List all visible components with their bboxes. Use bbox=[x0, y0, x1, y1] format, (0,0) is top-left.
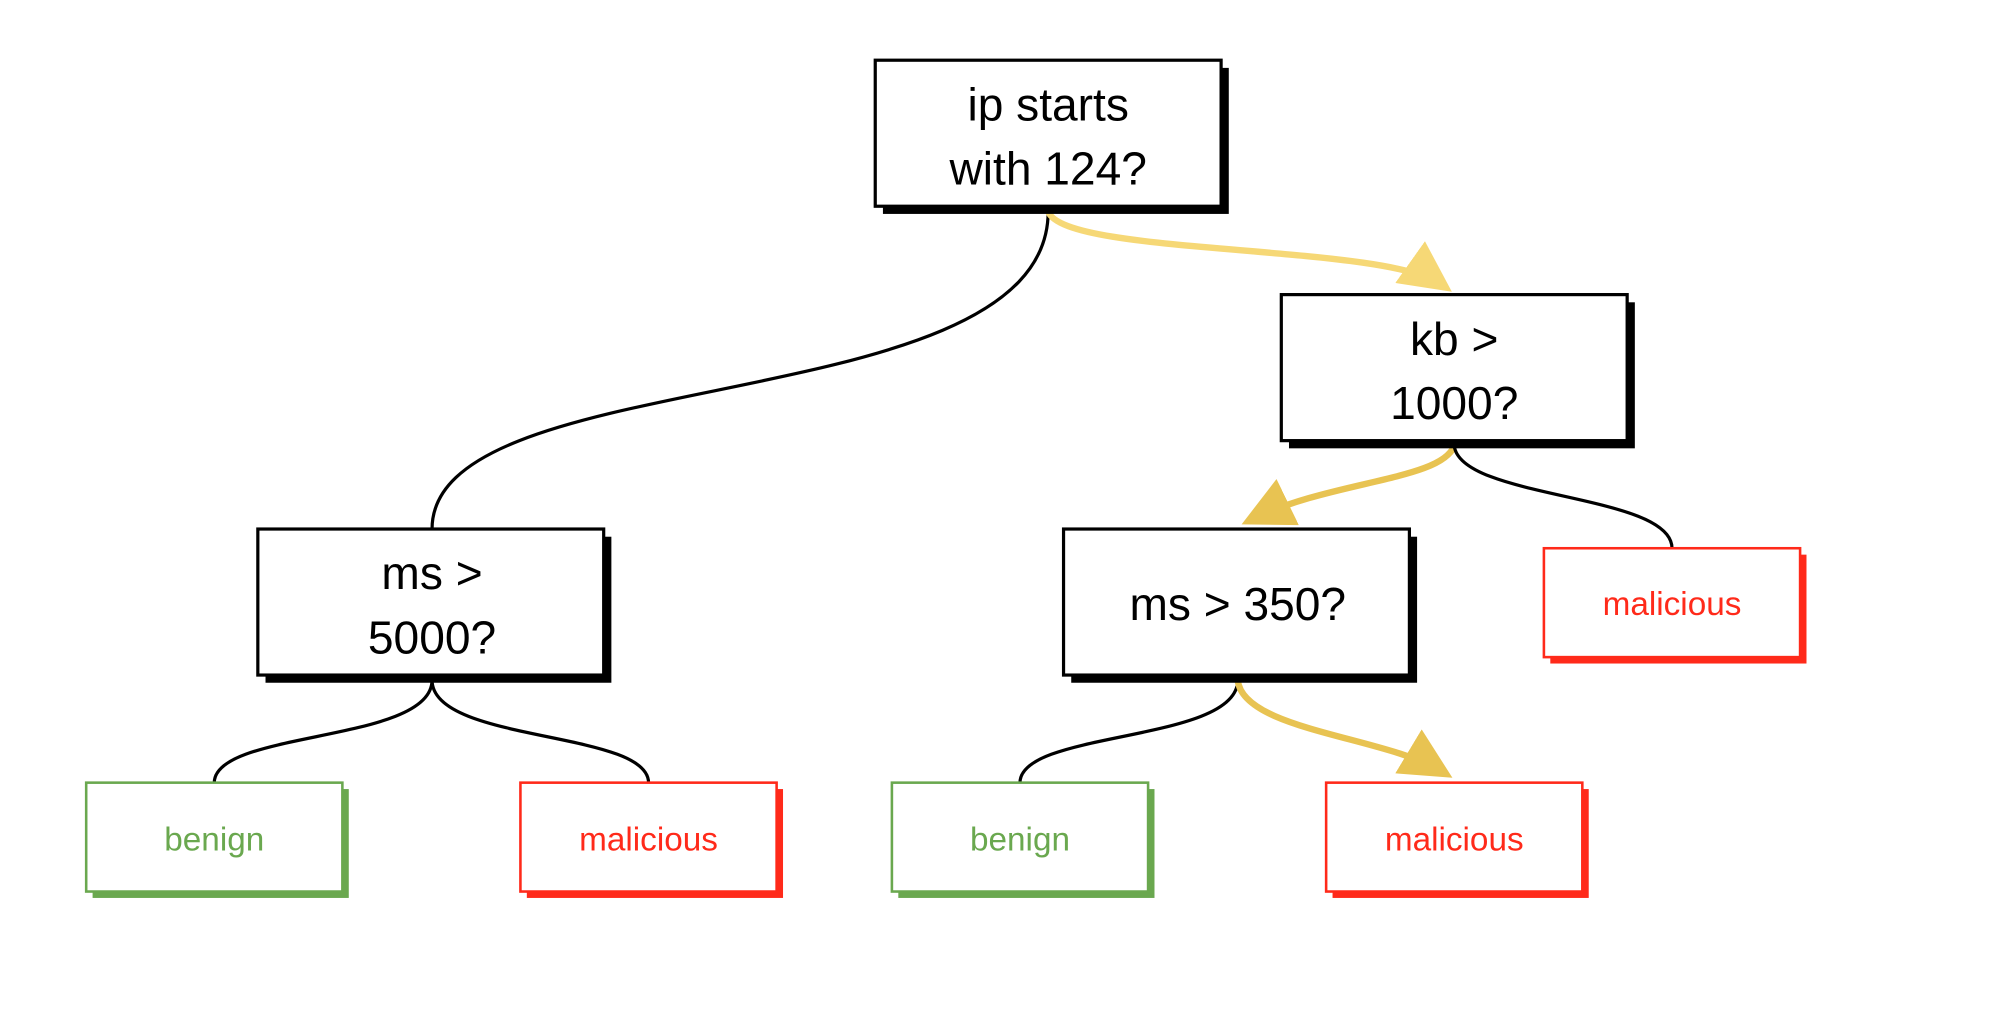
leaf-ms350-benign: benign bbox=[890, 781, 1155, 898]
node-kb-line2: 1000? bbox=[1390, 377, 1518, 429]
edge-root-to-ms5000 bbox=[430, 211, 1050, 530]
edge-ms350-to-benign bbox=[1018, 680, 1240, 783]
leaf-label: malicious bbox=[1603, 586, 1742, 623]
node-root-line2: with 124? bbox=[948, 142, 1146, 194]
node-ms5000: ms > 5000? bbox=[256, 527, 612, 683]
leaf-ms5000-malicious: malicious bbox=[519, 781, 784, 898]
edge-root-to-kb-highlighted bbox=[1045, 209, 1452, 292]
edge-ms5000-to-malicious bbox=[430, 680, 651, 783]
leaf-ms350-malicious: malicious bbox=[1324, 781, 1589, 898]
edge-kb-to-ms350-highlighted bbox=[1241, 444, 1458, 526]
edge-ms350-to-malicious-highlighted bbox=[1234, 679, 1453, 778]
leaf-label: malicious bbox=[1385, 822, 1524, 859]
node-kb-line1: kb > bbox=[1410, 313, 1498, 365]
node-ms350: ms > 350? bbox=[1061, 527, 1418, 683]
edge-ms5000-to-benign bbox=[212, 680, 434, 783]
edge-kb-to-malicious bbox=[1452, 445, 1674, 549]
leaf-ms5000-benign: benign bbox=[84, 781, 349, 898]
leaf-label: benign bbox=[970, 822, 1070, 859]
node-ms5000-line1: ms > bbox=[381, 547, 482, 599]
leaf-kb-malicious: malicious bbox=[1542, 546, 1807, 664]
node-root: ip starts with 124? bbox=[873, 58, 1229, 214]
decision-tree-diagram: ip starts with 124? kb > 1000? ms > 5000… bbox=[84, 58, 1807, 898]
node-ms350-line1: ms > 350? bbox=[1129, 578, 1346, 630]
leaf-label: malicious bbox=[579, 822, 718, 859]
leaf-label: benign bbox=[164, 822, 264, 859]
node-ms5000-line2: 5000? bbox=[368, 611, 496, 663]
node-root-line1: ip starts bbox=[967, 78, 1128, 130]
node-kb: kb > 1000? bbox=[1279, 293, 1635, 449]
